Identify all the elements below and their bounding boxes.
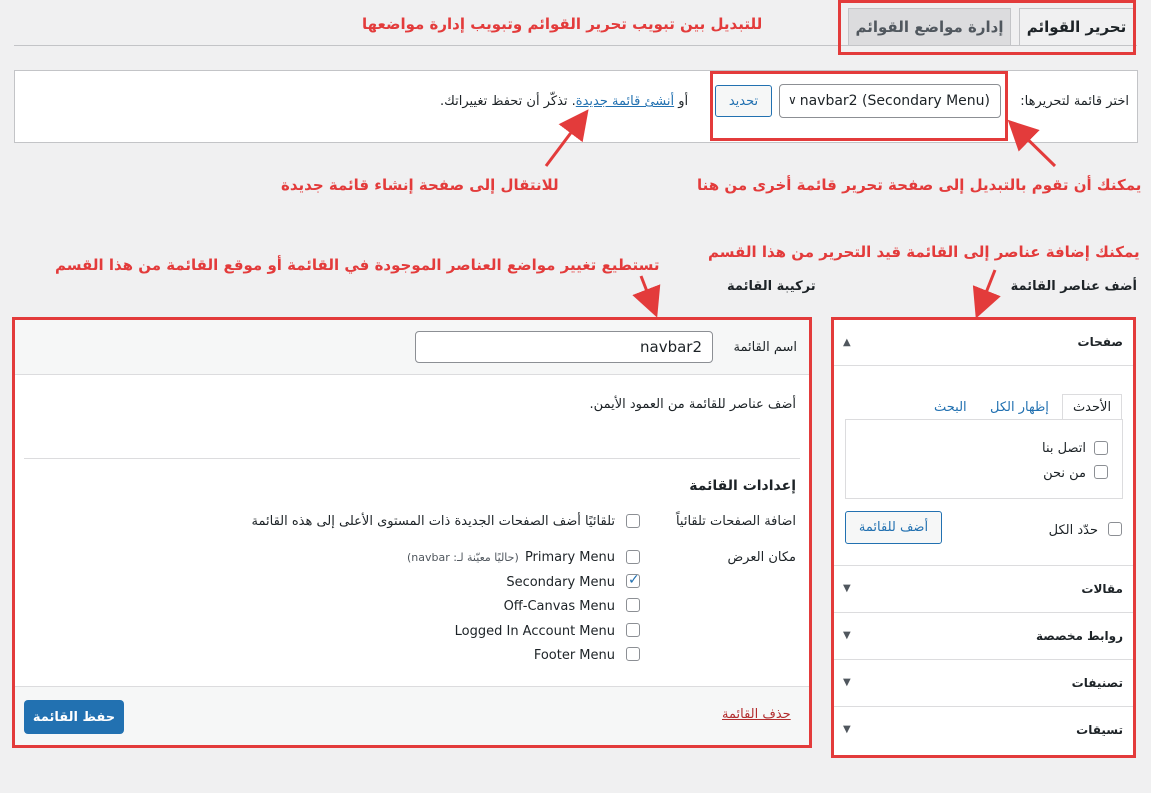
tabs-highlight-box bbox=[838, 0, 1136, 55]
menu-structure-highlight-box bbox=[12, 317, 812, 748]
select-highlight-box bbox=[710, 71, 1008, 141]
annotation-new-menu: للانتقال إلى صفحة إنشاء قائمة جديدة bbox=[281, 176, 559, 194]
annotation-structure: تستطيع تغيير مواضع العناصر الموجودة في ا… bbox=[55, 256, 660, 274]
menu-structure-heading: تركيبة القائمة bbox=[727, 279, 816, 294]
create-new-menu-link[interactable]: أنشئ قائمة جديدة bbox=[576, 94, 674, 109]
create-menu-line: أو أنشئ قائمة جديدة. تذكّر أن تحفظ تغيير… bbox=[440, 94, 688, 109]
save-reminder: . تذكّر أن تحفظ تغييراتك. bbox=[440, 94, 576, 109]
add-items-heading: أضف عناصر القائمة bbox=[1010, 279, 1137, 294]
or-text: أو bbox=[678, 94, 689, 109]
annotation-switch-menu: يمكنك أن تقوم بالتبديل إلى صفحة تحرير قا… bbox=[697, 176, 1142, 194]
select-menu-label: اختر قائمة لتحريرها: bbox=[1020, 94, 1129, 109]
annotation-add-items: يمكنك إضافة عناصر إلى القائمة قيد التحري… bbox=[708, 243, 1140, 261]
annotation-tabs: للتبديل بين تبويب تحرير القوائم وتبويب إ… bbox=[362, 15, 763, 33]
add-items-highlight-box bbox=[831, 317, 1136, 758]
